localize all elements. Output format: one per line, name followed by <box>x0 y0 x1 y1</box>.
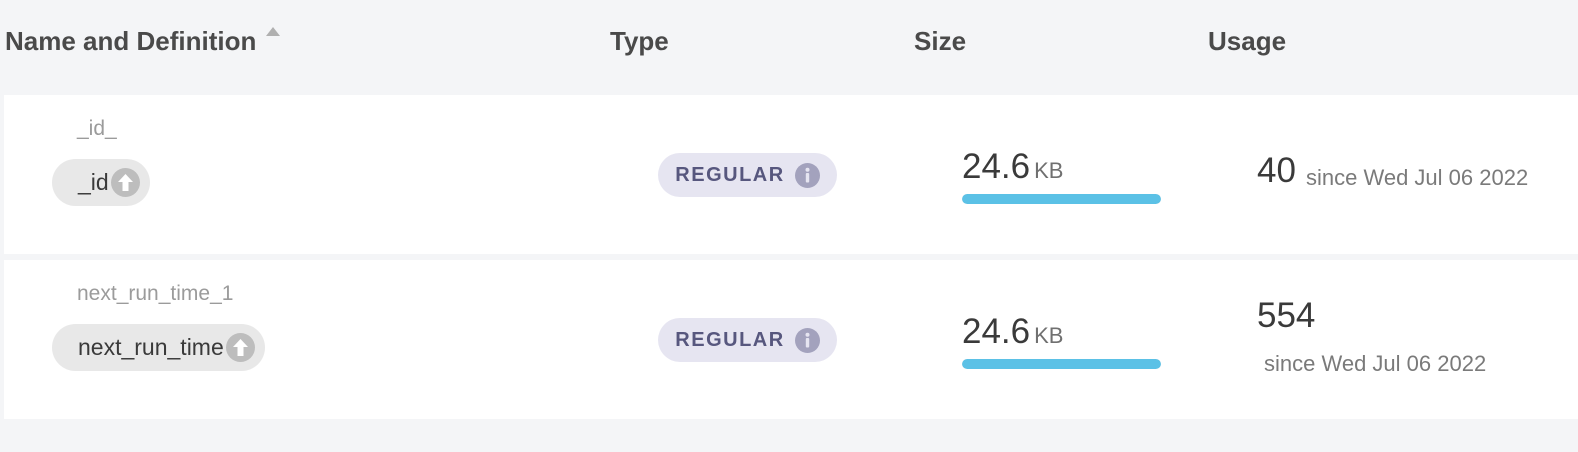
index-type-label: REGULAR <box>675 163 785 186</box>
column-header-size[interactable]: Size <box>914 26 966 57</box>
index-size: 24.6 KB <box>962 312 1063 352</box>
info-icon[interactable] <box>794 162 820 188</box>
index-size-bar-fill <box>962 194 1161 204</box>
column-header-name-label: Name and Definition <box>5 26 257 56</box>
index-type-badge: REGULAR <box>658 318 837 362</box>
index-usage-count: 554 <box>1257 296 1316 335</box>
index-field-pill: _id <box>52 159 150 206</box>
index-field-pill: next_run_time <box>52 324 265 371</box>
index-size-value: 24.6 <box>962 312 1031 351</box>
arrow-up-icon <box>110 168 140 197</box>
arrow-up-icon <box>225 333 255 362</box>
index-size-bar <box>962 194 1161 204</box>
index-usage-since: since Wed Jul 06 2022 <box>1306 165 1529 190</box>
index-field-name: next_run_time <box>78 334 224 360</box>
column-header-type[interactable]: Type <box>610 26 669 57</box>
table-row: _id_ _id REGULAR 24.6 KB 40 since Wed Jul… <box>4 95 1578 254</box>
index-type-badge: REGULAR <box>658 153 837 197</box>
index-size-unit: KB <box>1034 158 1064 183</box>
table-header: Name and Definition Type Size Usage <box>0 0 1578 90</box>
column-header-usage[interactable]: Usage <box>1208 26 1286 57</box>
index-size: 24.6 KB <box>962 147 1063 187</box>
index-name: _id_ <box>77 117 117 140</box>
index-name: next_run_time_1 <box>77 282 234 305</box>
info-icon[interactable] <box>794 327 820 353</box>
index-size-value: 24.6 <box>962 147 1031 186</box>
index-usage-count: 40 <box>1257 151 1296 190</box>
index-field-name: _id <box>78 169 109 195</box>
index-size-bar-fill <box>962 359 1161 369</box>
sort-ascending-icon <box>266 27 281 36</box>
index-type-label: REGULAR <box>675 328 785 351</box>
index-size-unit: KB <box>1034 323 1064 348</box>
table-row: next_run_time_1 next_run_time REGULAR 24… <box>4 260 1578 419</box>
index-usage-since: since Wed Jul 06 2022 <box>1264 351 1487 376</box>
index-size-bar <box>962 359 1161 369</box>
column-header-name[interactable]: Name and Definition <box>5 26 281 57</box>
